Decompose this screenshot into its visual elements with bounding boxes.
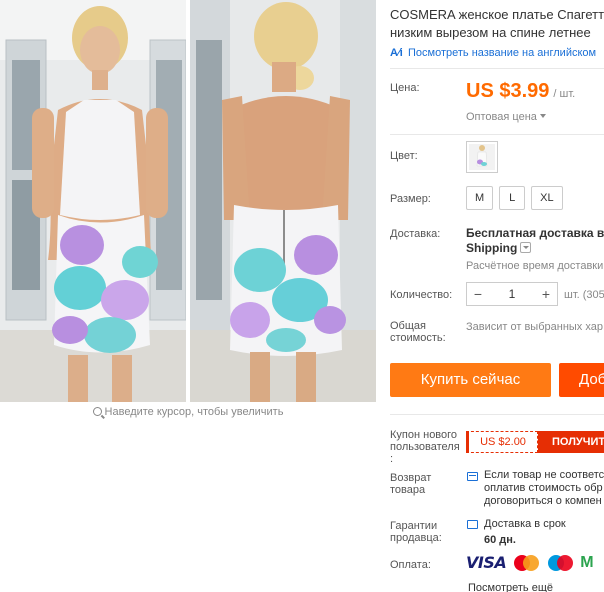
returns-label: Возврат товара <box>390 472 431 496</box>
buy-now-button[interactable]: Купить сейчас <box>390 363 551 397</box>
total-cost-note: Зависит от выбранных хар <box>466 321 603 333</box>
more-payment-methods-link[interactable]: Посмотреть ещё <box>468 582 553 592</box>
translate-title-link[interactable]: A⁄i Посмотреть название на английском <box>390 47 604 59</box>
product-gallery <box>0 0 376 402</box>
coupon-amount: US $2.00 <box>466 431 538 453</box>
shipping-label: Доставка: <box>390 228 441 240</box>
color-label: Цвет: <box>390 150 418 162</box>
quantity-label: Количество: <box>390 289 453 301</box>
return-policy-text: Если товар не соответст оплатив стоимост… <box>484 469 604 508</box>
quantity-stepper: − 1 + <box>466 282 558 306</box>
dropdown-icon[interactable] <box>520 242 532 253</box>
payment-methods: VISA M <box>466 553 594 572</box>
size-option-m[interactable]: M <box>466 186 494 210</box>
delivery-guarantee-text: Доставка в срок <box>484 518 566 530</box>
delivery-guarantee-days: 60 дн. <box>484 534 516 546</box>
visa-icon: VISA <box>466 553 507 572</box>
coupon-label-line-3: : <box>390 453 394 465</box>
coupon-label-line-1: Купон нового <box>390 429 458 441</box>
quantity-increase-button[interactable]: + <box>535 283 557 305</box>
quantity-decrease-button[interactable]: − <box>467 283 489 305</box>
translate-icon: A⁄i <box>390 47 403 59</box>
price-unit: / шт. <box>553 88 576 100</box>
translate-title-text[interactable]: Посмотреть название на английском <box>408 47 596 59</box>
zoom-hint: Наведите курсор, чтобы увеличить <box>0 406 376 418</box>
total-cost-label-line-2: стоимость: <box>390 332 446 344</box>
magnifier-icon <box>92 407 102 416</box>
coupon-label: Купон нового пользователя : <box>390 429 460 465</box>
size-option-l[interactable]: L <box>499 186 526 210</box>
divider <box>390 134 604 135</box>
size-option-xl[interactable]: XL <box>531 186 563 210</box>
payment-m-icon: M <box>580 553 594 571</box>
shipping-select[interactable]: Shipping <box>466 241 532 255</box>
price-label: Цена: <box>390 82 420 94</box>
add-to-cart-button[interactable]: Доб <box>559 363 604 397</box>
delivery-guarantee-icon <box>467 520 478 529</box>
shipping-estimate: Расчётное время доставки <box>466 260 604 272</box>
shipping-method: Бесплатная доставка в Ru <box>466 226 604 240</box>
return-policy-line-3: договориться о компен <box>484 495 602 507</box>
get-coupon-button[interactable]: ПОЛУЧИТЕ <box>538 431 604 453</box>
product-title: COSMERA женское платье Спагетт низким вы… <box>390 6 604 42</box>
seller-guarantee-label-line-1: Гарантии <box>390 520 438 532</box>
caret-down-icon <box>539 114 546 118</box>
price-amount: US $3.99 <box>466 80 550 102</box>
new-user-coupon: US $2.00 ПОЛУЧИТЕ <box>466 431 604 453</box>
color-swatch[interactable] <box>466 141 498 173</box>
wholesale-price-toggle[interactable]: Оптовая цена <box>466 111 546 123</box>
product-photo-front[interactable] <box>0 0 186 402</box>
returns-label-line-1: Возврат <box>390 472 432 484</box>
return-policy-icon <box>467 472 478 481</box>
product-title-line-2: низким вырезом на спине летнее <box>390 25 591 40</box>
shipping-method-line-2[interactable]: Shipping <box>466 241 517 255</box>
return-policy-line-1: Если товар не соответст <box>484 469 604 481</box>
coupon-label-line-2: пользователя <box>390 441 460 453</box>
total-cost-label-line-1: Общая <box>390 320 426 332</box>
seller-guarantee-label: Гарантии продавца: <box>390 520 442 544</box>
returns-label-line-2: товара <box>390 484 426 496</box>
seller-guarantee-label-line-2: продавца: <box>390 532 442 544</box>
price: US $3.99/ шт. <box>466 80 575 103</box>
payment-label: Оплата: <box>390 559 431 571</box>
wholesale-price-text[interactable]: Оптовая цена <box>466 111 537 123</box>
divider <box>390 68 604 69</box>
quantity-available: шт. (305 <box>564 289 604 301</box>
product-photo-back[interactable] <box>190 0 376 402</box>
divider <box>390 414 604 415</box>
total-cost-label: Общая стоимость: <box>390 320 446 344</box>
mastercard-icon <box>512 554 540 572</box>
size-options: M L XL <box>466 186 563 210</box>
quantity-input[interactable]: 1 <box>489 287 535 301</box>
product-title-line-1: COSMERA женское платье Спагетт <box>390 7 604 22</box>
return-policy-line-2: оплатив стоимость обр <box>484 482 603 494</box>
zoom-hint-text: Наведите курсор, чтобы увеличить <box>104 406 284 418</box>
size-label: Размер: <box>390 193 431 205</box>
maestro-icon <box>546 554 574 572</box>
product-info-panel: COSMERA женское платье Спагетт низким вы… <box>390 0 604 592</box>
